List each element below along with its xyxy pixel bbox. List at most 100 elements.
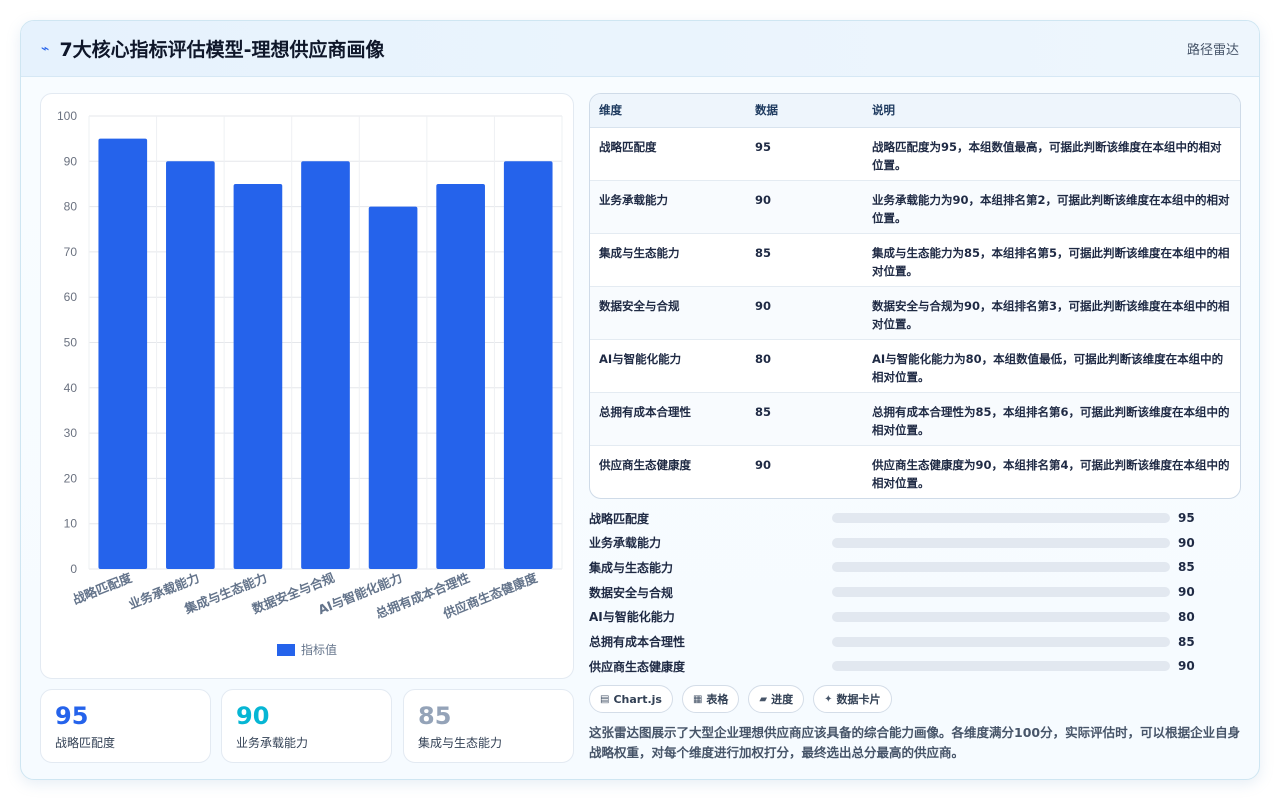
pill-label: 表格 bbox=[706, 693, 729, 706]
legend-swatch bbox=[277, 644, 295, 656]
progress-icon: ▰ bbox=[759, 693, 768, 705]
cell-value: 95 bbox=[746, 127, 863, 181]
cell-note: AI与智能化能力为80，本组数值最低，可据此判断该维度在本组中的相对位置。 bbox=[863, 339, 1240, 393]
progress-track bbox=[832, 636, 1170, 647]
y-tick-label: 0 bbox=[70, 562, 77, 576]
progress-value: 95 bbox=[1178, 511, 1195, 525]
cell-note: 集成与生态能力为85，本组排名第5，可据此判断该维度在本组中的相对位置。 bbox=[863, 233, 1240, 287]
column-header-dimension: 维度 bbox=[590, 94, 746, 128]
progress-label: 业务承载能力 bbox=[589, 536, 662, 551]
progress-value: 85 bbox=[1178, 634, 1195, 649]
progress-label: AI与智能化能力 bbox=[589, 610, 675, 625]
progress-row: 业务承载能力 90 bbox=[589, 533, 1241, 553]
cell-value: 90 bbox=[746, 180, 863, 234]
table-row: 集成与生态能力 85 集成与生态能力为85，本组排名第5，可据此判断该维度在本组… bbox=[590, 233, 1240, 287]
data-table: 维度 数据 说明 战略匹配度 95 战略匹配度为95，本组数值最高，可据此判断该… bbox=[589, 93, 1241, 499]
bar bbox=[503, 161, 553, 570]
progress-row: 供应商生态健康度 90 bbox=[589, 656, 1241, 676]
table-row: AI与智能化能力 80 AI与智能化能力为80，本组数值最低，可据此判断该维度在… bbox=[590, 339, 1240, 393]
column-header-note: 说明 bbox=[863, 94, 1240, 128]
y-tick-label: 80 bbox=[64, 200, 78, 214]
description-text: 这张雷达图展示了大型企业理想供应商应该具备的综合能力画像。各维度满分100分，实… bbox=[589, 725, 1241, 760]
pill-chartjs[interactable]: ▤ Chart.js bbox=[589, 685, 673, 713]
chart-icon: ▤ bbox=[600, 693, 610, 705]
y-tick-label: 10 bbox=[64, 517, 78, 531]
stat-card-1: 95 战略匹配度 bbox=[40, 689, 211, 763]
cell-value: 85 bbox=[746, 233, 863, 287]
cell-value: 90 bbox=[755, 457, 772, 472]
progress-track bbox=[832, 537, 1170, 548]
progress-label: 数据安全与合规 bbox=[589, 585, 674, 600]
cell-dimension: 业务承载能力 bbox=[590, 180, 746, 234]
stat-value: 85 bbox=[418, 702, 452, 730]
cell-dimension: 供应商生态健康度 bbox=[599, 457, 691, 472]
stat-label: 集成与生态能力 bbox=[418, 736, 503, 750]
stat-value: 95 bbox=[55, 702, 89, 730]
progress-row: 总拥有成本合理性 85 bbox=[589, 632, 1241, 652]
stat-label: 业务承载能力 bbox=[236, 736, 309, 750]
table-header-row: 维度 数据 说明 bbox=[590, 94, 1240, 128]
pill-data-cards[interactable]: ✦ 数据卡片 bbox=[813, 685, 892, 713]
bar bbox=[233, 183, 283, 569]
legend-label: 指标值 bbox=[301, 642, 337, 657]
stat-card-3: 85 集成与生态能力 bbox=[403, 689, 574, 763]
x-tick-label: 战略匹配度 bbox=[70, 570, 134, 608]
page-header: ⌁ 7大核心指标评估模型-理想供应商画像 路径雷达 bbox=[21, 21, 1259, 77]
y-tick-label: 60 bbox=[64, 290, 78, 304]
table-row: 数据安全与合规 90 数据安全与合规为90，本组排名第3，可据此判断该维度在本组… bbox=[590, 286, 1240, 340]
table-row: 业务承载能力 90 业务承载能力为90，本组排名第2，可据此判断该维度在本组中的… bbox=[590, 180, 1240, 234]
stat-card-2: 90 业务承载能力 bbox=[221, 689, 392, 763]
progress-label: 战略匹配度 bbox=[589, 511, 650, 526]
progress-value: 80 bbox=[1178, 609, 1195, 624]
cell-dimension: 总拥有成本合理性 bbox=[590, 392, 746, 446]
progress-label: 集成与生态能力 bbox=[589, 560, 674, 575]
progress-row: 战略匹配度 95 bbox=[589, 508, 1241, 528]
main-card: ⌁ 7大核心指标评估模型-理想供应商画像 路径雷达 0 10 20 30 40 50 60 7… bbox=[20, 20, 1260, 780]
pill-label: 数据卡片 bbox=[836, 693, 881, 706]
pill-progress[interactable]: ▰ 进度 bbox=[748, 685, 805, 713]
cell-value: 85 bbox=[746, 392, 863, 446]
pill-label: 进度 bbox=[771, 693, 794, 706]
cell-value: 80 bbox=[746, 339, 863, 393]
progress-row: 集成与生态能力 85 bbox=[589, 557, 1241, 577]
cell-dimension: 战略匹配度 bbox=[590, 127, 746, 181]
cell-note: 业务承载能力为90，本组排名第2，可据此判断该维度在本组中的相对位置。 bbox=[863, 180, 1240, 234]
column-header-value: 数据 bbox=[746, 94, 863, 128]
bar bbox=[368, 206, 418, 569]
progress-track bbox=[832, 611, 1170, 622]
pill-label: Chart.js bbox=[613, 692, 662, 706]
bar bbox=[98, 138, 148, 569]
stat-label: 战略匹配度 bbox=[55, 736, 116, 750]
cell-note: 数据安全与合规为90，本组排名第3，可据此判断该维度在本组中的相对位置。 bbox=[863, 286, 1240, 340]
progress-track bbox=[832, 587, 1170, 598]
view-switcher: ▤ Chart.js ▦ 表格 ▰ 进度 ✦ 数据卡片 bbox=[589, 685, 892, 713]
bar-chart: 0102030405060708090100战略匹配度业务承载能力集成与生态能力… bbox=[57, 109, 563, 657]
y-tick-label: 40 bbox=[64, 381, 78, 395]
progress-track bbox=[832, 661, 1170, 672]
progress-value: 90 bbox=[1178, 585, 1195, 600]
y-tick-label: 50 bbox=[64, 336, 78, 350]
table-row: 供应商生态健康度 90 供应商生态健康度为90，本组排名第4，可据此判断该维度在… bbox=[590, 445, 1240, 498]
progress-label: 供应商生态健康度 bbox=[589, 659, 686, 674]
y-tick-label: 90 bbox=[64, 154, 78, 168]
cell-value: 90 bbox=[746, 286, 863, 340]
pill-table[interactable]: ▦ 表格 bbox=[681, 685, 740, 713]
cell-note: 供应商生态健康度为90，本组排名第4，可据此判断该维度在本组中的相对位置。 bbox=[872, 457, 1230, 490]
progress-value: 90 bbox=[1178, 535, 1195, 550]
cell-dimension: 数据安全与合规 bbox=[590, 286, 746, 340]
table-icon: ▦ bbox=[692, 693, 703, 705]
stat-cards: 95 战略匹配度 90 业务承载能力 85 集成与生态能力 bbox=[40, 689, 574, 763]
header-tag[interactable]: 路径雷达 bbox=[1187, 39, 1239, 58]
progress-label: 总拥有成本合理性 bbox=[589, 635, 686, 649]
page-title: 7大核心指标评估模型-理想供应商画像 bbox=[59, 39, 385, 61]
progress-value: 90 bbox=[1178, 659, 1195, 674]
sparkle-icon: ✦ bbox=[824, 693, 833, 705]
cell-dimension: 集成与生态能力 bbox=[590, 233, 746, 287]
table-row: 战略匹配度 95 战略匹配度为95，本组数值最高，可据此判断该维度在本组中的相对… bbox=[590, 127, 1240, 181]
progress-row: 数据安全与合规 90 bbox=[589, 582, 1241, 602]
table-row: 总拥有成本合理性 85 总拥有成本合理性为85，本组排名第6，可据此判断该维度在… bbox=[590, 392, 1240, 446]
y-tick-label: 100 bbox=[57, 109, 77, 123]
progress-row: AI与智能化能力 80 bbox=[589, 607, 1241, 627]
pulse-icon: ⌁ bbox=[41, 40, 50, 57]
cell-note: 战略匹配度为95，本组数值最高，可据此判断该维度在本组中的相对位置。 bbox=[863, 127, 1240, 181]
